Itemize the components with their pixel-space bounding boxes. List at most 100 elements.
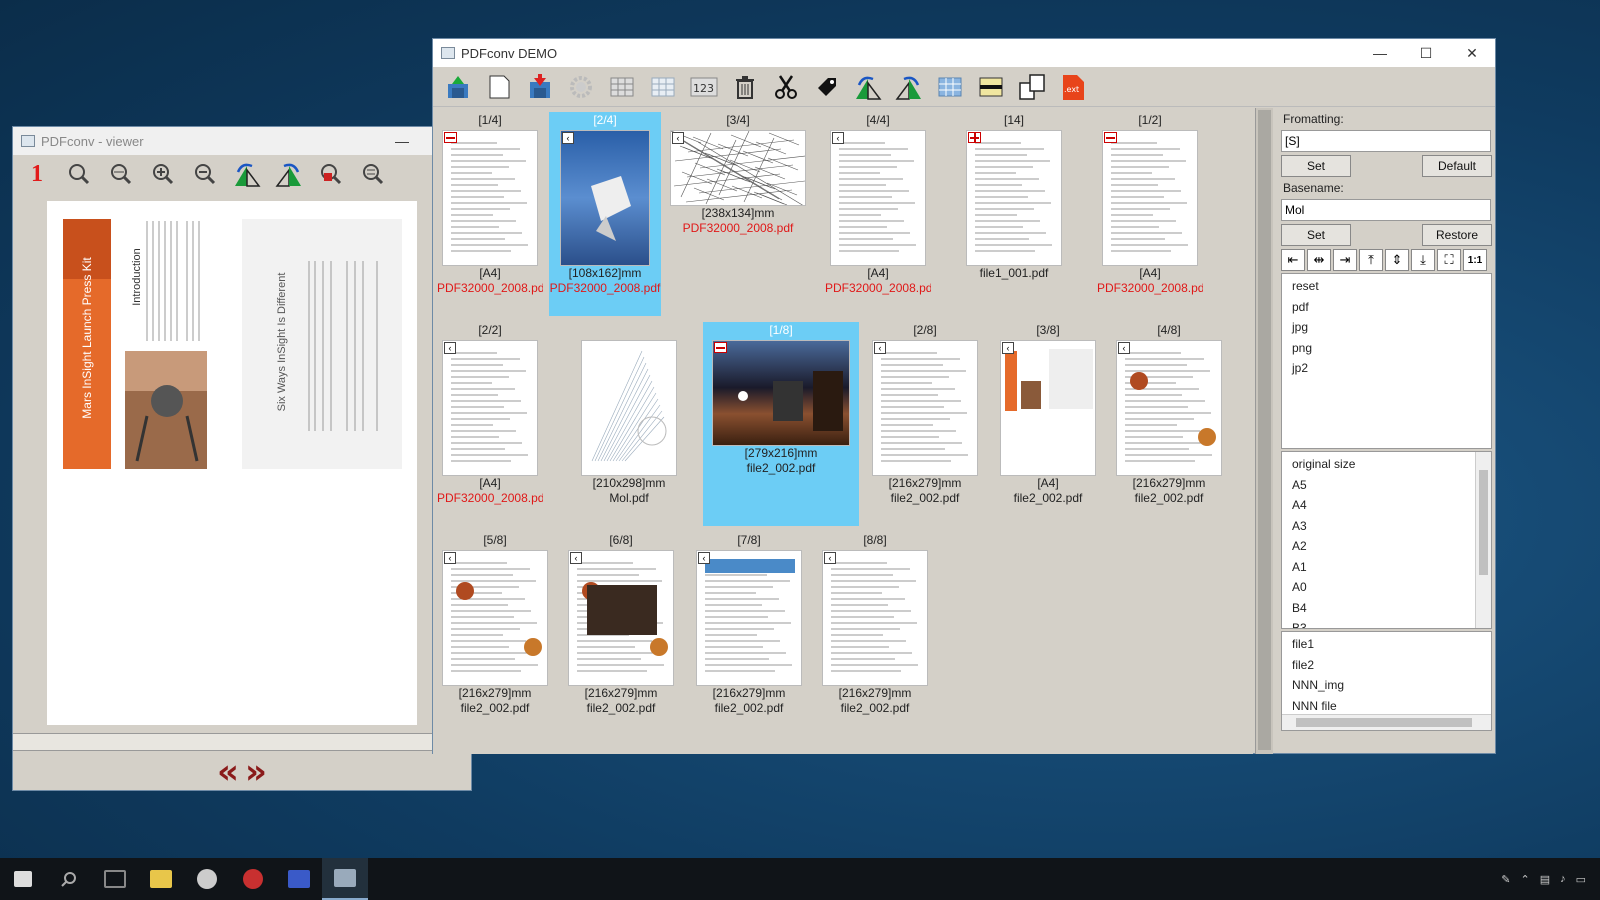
save-icon[interactable] <box>521 69 559 105</box>
chevron-left-icon[interactable]: ‹ <box>562 132 574 144</box>
delete-icon[interactable] <box>726 69 764 105</box>
minus-badge-icon[interactable] <box>444 132 457 143</box>
page-thumbnail[interactable]: [2/8] ‹ [216x279]mm file2_002.pdf <box>867 322 983 518</box>
formatting-default-button[interactable]: Default <box>1422 155 1492 177</box>
list-item[interactable]: reset <box>1282 276 1491 297</box>
chevron-left-icon[interactable]: ‹ <box>1002 342 1014 354</box>
page-thumbnail[interactable]: [5/8] ‹ [216x279]mm file2_002.pdf <box>437 532 553 728</box>
viewer-horizontal-scrollbar[interactable] <box>13 733 471 751</box>
grid-icon[interactable] <box>603 69 641 105</box>
new-page-icon[interactable] <box>480 69 518 105</box>
list-item[interactable]: A1 <box>1282 557 1491 578</box>
page-thumbnail[interactable]: [1/4] [A4] PDF32000_2008.pdf <box>437 112 543 308</box>
chrome-icon[interactable] <box>184 858 230 900</box>
page-thumbnail[interactable]: [3/8] ‹ [A4] file2_002.pdf <box>993 322 1103 518</box>
page-thumbnail[interactable]: [8/8] ‹ [216x279]mm file2_002.pdf <box>817 532 933 728</box>
chevron-left-icon[interactable]: ‹ <box>832 132 844 144</box>
open-icon[interactable] <box>439 69 477 105</box>
settings-icon[interactable] <box>562 69 600 105</box>
zoom-reset-icon[interactable] <box>313 158 349 190</box>
list-item[interactable]: jp2 <box>1282 358 1491 379</box>
page-thumbnail[interactable]: [210x298]mm Mol.pdf <box>573 322 685 518</box>
basename-input[interactable] <box>1281 199 1491 221</box>
zoom-in-icon[interactable] <box>145 158 181 190</box>
list-item[interactable]: A2 <box>1282 536 1491 557</box>
page-thumbnail[interactable]: [1/8] [279x216]mm file2_002.pdf <box>703 322 859 526</box>
align-center-v-icon[interactable]: ⇕ <box>1385 249 1409 271</box>
pen-icon[interactable]: ✎ <box>1501 873 1510 886</box>
list-item[interactable]: A3 <box>1282 516 1491 537</box>
list-item[interactable]: A0 <box>1282 577 1491 598</box>
chevron-left-icon[interactable]: ‹ <box>444 342 456 354</box>
cut-icon[interactable] <box>767 69 805 105</box>
align-top-icon[interactable]: ⤒ <box>1359 249 1383 271</box>
list-item[interactable]: B4 <box>1282 598 1491 619</box>
list-item[interactable]: NNN_img <box>1282 675 1491 696</box>
page-thumbnail[interactable]: [2/2] ‹ [A4] PDF32000_2008.pdf <box>437 322 543 518</box>
list-item[interactable]: original size <box>1282 454 1491 475</box>
page-thumbnail[interactable]: [4/8] ‹ [216x279]mm file2_002.pdf <box>1111 322 1227 518</box>
plus-badge-icon[interactable] <box>968 132 981 143</box>
tile-icon[interactable] <box>931 69 969 105</box>
actual-size-icon[interactable]: 1:1 <box>1463 249 1487 271</box>
task-view-icon[interactable] <box>92 858 138 900</box>
name-pattern-scrollbar[interactable] <box>1282 714 1491 730</box>
minus-badge-icon[interactable] <box>714 342 727 353</box>
duplicate-icon[interactable] <box>1013 69 1051 105</box>
separator-icon[interactable] <box>972 69 1010 105</box>
list-item[interactable]: pdf <box>1282 297 1491 318</box>
rotate-right-icon[interactable] <box>890 69 928 105</box>
app-red-icon[interactable] <box>230 858 276 900</box>
align-center-h-icon[interactable]: ⇹ <box>1307 249 1331 271</box>
chevron-left-icon[interactable]: ‹ <box>672 132 684 144</box>
align-left-icon[interactable]: ⇤ <box>1281 249 1305 271</box>
network-icon[interactable]: ▤ <box>1540 873 1550 886</box>
chevron-left-icon[interactable]: ‹ <box>698 552 710 564</box>
chevron-left-icon[interactable]: ‹ <box>444 552 456 564</box>
minimize-button[interactable]: — <box>1357 39 1403 67</box>
zoom-icon[interactable] <box>61 158 97 190</box>
page-thumbnail[interactable]: [3/4] ‹ [238x134]mm PDF32000_2008.pdf <box>665 112 811 308</box>
page-size-scrollbar[interactable] <box>1475 452 1491 628</box>
rotate-left-icon[interactable] <box>849 69 887 105</box>
align-right-icon[interactable]: ⇥ <box>1333 249 1357 271</box>
chevron-left-icon[interactable]: ‹ <box>570 552 582 564</box>
extension-icon[interactable]: .ext <box>1054 69 1092 105</box>
page-thumbnail[interactable]: [2/4] ‹ [108x162]mm PDF32000_2008.pdf <box>549 112 661 316</box>
list-item[interactable]: A5 <box>1282 475 1491 496</box>
zoom-fit-page-icon[interactable] <box>355 158 391 190</box>
viewer-page-canvas[interactable]: Mars InSight Launch Press Kit Introducti… <box>47 201 417 725</box>
search-icon[interactable] <box>46 858 92 900</box>
page-thumbnail[interactable]: [7/8] ‹ [216x279]mm file2_002.pdf <box>691 532 807 728</box>
list-item[interactable]: jpg <box>1282 317 1491 338</box>
list-item[interactable]: NNN file <box>1282 696 1491 717</box>
tag-icon[interactable] <box>808 69 846 105</box>
rotate-right-icon[interactable] <box>271 158 307 190</box>
notification-icon[interactable]: ▭ <box>1576 873 1586 886</box>
list-item[interactable]: file1 <box>1282 634 1491 655</box>
previous-page-button[interactable]: « <box>217 755 239 789</box>
list-item[interactable]: B3 <box>1282 618 1491 628</box>
fit-page-icon[interactable]: ⛶ <box>1437 249 1461 271</box>
pdfconv-taskbar-icon[interactable] <box>322 858 368 900</box>
numbering-icon[interactable]: 123 <box>685 69 723 105</box>
grid-vertical-scrollbar[interactable] <box>1255 108 1273 754</box>
formatting-input[interactable] <box>1281 130 1491 152</box>
basename-set-button[interactable]: Set <box>1281 224 1351 246</box>
chevron-left-icon[interactable]: ‹ <box>824 552 836 564</box>
chevron-left-icon[interactable]: ‹ <box>874 342 886 354</box>
page-thumbnail[interactable]: [1/2] [A4] PDF32000_2008.pdf <box>1097 112 1203 308</box>
next-page-button[interactable]: » <box>245 755 267 789</box>
minus-badge-icon[interactable] <box>1104 132 1117 143</box>
page-thumbnail[interactable]: [4/4] ‹ [A4] PDF32000_2008.pdf <box>825 112 931 308</box>
minimize-button[interactable]: — <box>379 127 425 155</box>
page-thumbnail[interactable]: [14] file1_001.pdf <box>961 112 1067 308</box>
align-bottom-icon[interactable]: ⤓ <box>1411 249 1435 271</box>
start-icon[interactable] <box>0 858 46 900</box>
page-thumbnail[interactable]: [6/8] ‹ [216x279]mm file2_002.pdf <box>563 532 679 728</box>
basename-restore-button[interactable]: Restore <box>1422 224 1492 246</box>
formatting-set-button[interactable]: Set <box>1281 155 1351 177</box>
zoom-fit-width-icon[interactable] <box>103 158 139 190</box>
grid-small-icon[interactable] <box>644 69 682 105</box>
file-explorer-icon[interactable] <box>138 858 184 900</box>
